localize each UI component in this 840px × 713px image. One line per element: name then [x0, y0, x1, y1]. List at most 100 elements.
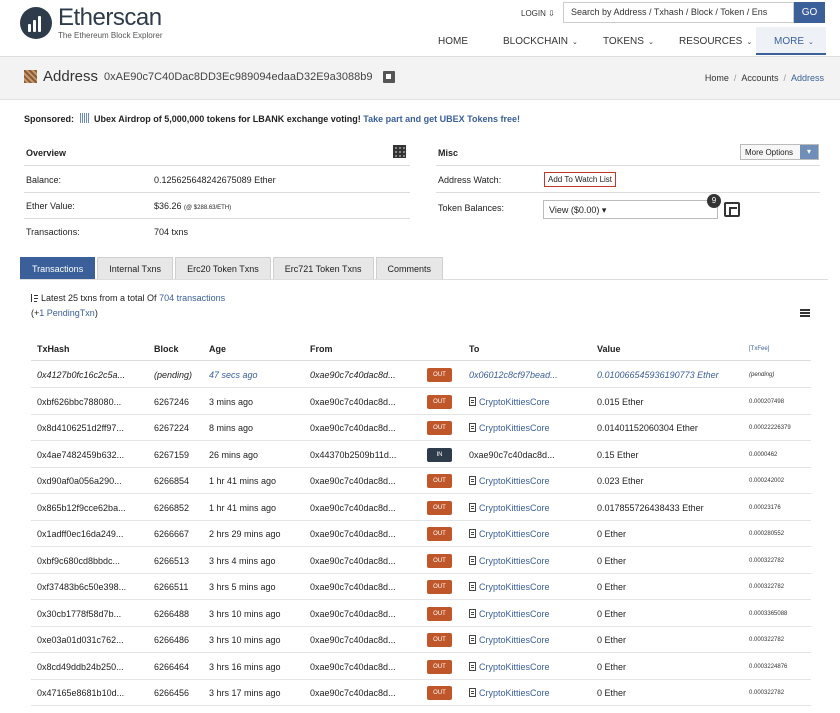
value-text: 0 Ether	[597, 529, 627, 539]
address-hash: 0xAE90c7C40Dac8DD3Ec989094edaaD32E9a3088…	[104, 71, 373, 83]
nav-blockchain[interactable]: BLOCKCHAIN ⌄	[503, 36, 578, 47]
menu-icon[interactable]	[800, 309, 810, 317]
block-link[interactable]: 6266486	[154, 635, 189, 645]
tx-hash-link[interactable]: 0xbf626bbc788080...	[37, 397, 121, 407]
contract-icon	[469, 476, 476, 485]
block-link[interactable]: 6266511	[154, 582, 188, 592]
tx-hash-link[interactable]: 0x47165e8681b10d...	[37, 688, 124, 698]
etherscan-logo[interactable]: Etherscan The Ethereum Block Explorer	[20, 6, 163, 40]
tx-hash-link[interactable]: 0x8d4106251d2ff97...	[37, 423, 124, 433]
from-address[interactable]: 0x44370b2509b11d...	[310, 450, 396, 460]
block-link[interactable]: 6266464	[154, 662, 189, 672]
tx-hash-link[interactable]: 0x4ae7482459b632...	[37, 450, 124, 460]
token-balances-select[interactable]: View ($0.00) ▾	[543, 200, 718, 219]
to-contract-link[interactable]: CryptoKittiesCore	[479, 556, 550, 566]
from-address[interactable]: 0xae90c7c40dac8d...	[310, 370, 396, 380]
tx-hash-link[interactable]: 0x1adff0ec16da249...	[37, 529, 123, 539]
tx-hash-link[interactable]: 0xbf9c680cd8bbdc...	[37, 556, 120, 566]
table-row: 0xe03a01d031c762... 6266486 3 hrs 10 mins …	[31, 627, 811, 653]
block-link[interactable]: 6267224	[154, 423, 189, 433]
col-txfee[interactable]: [TxFee]	[749, 346, 769, 352]
block-link[interactable]: 6266513	[154, 556, 189, 566]
login-link[interactable]: LOGIN ⇩	[521, 9, 555, 18]
value-text: 0 Ether	[597, 635, 627, 645]
block-link[interactable]: 6266667	[154, 529, 189, 539]
to-contract-link[interactable]: CryptoKittiesCore	[479, 635, 550, 645]
tab-erc721-token-txns[interactable]: Erc721 Token Txns	[272, 257, 374, 279]
from-address: 0xae90c7c40dac8d...	[310, 476, 396, 486]
to-contract-link[interactable]: CryptoKittiesCore	[479, 423, 550, 433]
tx-hash-link[interactable]: 0xe03a01d031c762...	[37, 635, 124, 645]
tx-hash-link[interactable]: 0x865b12f9cce62ba...	[37, 503, 126, 513]
chevron-down-icon: ⌄	[808, 39, 814, 46]
to-contract-link[interactable]: CryptoKittiesCore	[479, 476, 550, 486]
tab-internal-txns[interactable]: Internal Txns	[97, 257, 174, 279]
add-to-watch-list-button[interactable]: Add To Watch List	[544, 172, 617, 187]
to-address-link[interactable]: 0x06012c8cf97bead...	[469, 370, 558, 380]
direction-badge: OUT	[427, 500, 452, 515]
value-text: 0 Ether	[597, 661, 627, 672]
tab-comments[interactable]: Comments	[375, 257, 444, 279]
block-link[interactable]: 6266852	[154, 503, 189, 513]
to-cell: CryptoKittiesCore	[469, 635, 550, 645]
tab-erc20-token-txns[interactable]: Erc20 Token Txns	[175, 257, 271, 279]
tx-hash-link[interactable]: 0x4127b0fc16c2c5a...	[37, 370, 125, 380]
overview-title: Overview	[26, 148, 67, 158]
table-row: 0x8d4106251d2ff97... 6267224 8 mins ago 0xa…	[31, 415, 811, 441]
to-contract-link[interactable]: CryptoKittiesCore	[479, 609, 550, 619]
value-text: 0.017855726438433 Ether	[597, 502, 704, 513]
address-watch-label: Address Watch:	[438, 175, 502, 185]
nav-more[interactable]: MORE ⌄	[774, 36, 814, 47]
to-contract-link[interactable]: CryptoKittiesCore	[479, 662, 550, 672]
value-text: 0 Ether	[597, 608, 627, 619]
to-contract-link[interactable]: CryptoKittiesCore	[479, 503, 550, 513]
age-text: 1 hr 41 mins ago	[209, 502, 277, 513]
nav-home[interactable]: HOME	[438, 36, 468, 47]
age-text: 2 hrs 29 mins ago	[209, 529, 281, 539]
pending-txn-link[interactable]: 1 PendingTxn	[39, 308, 95, 318]
direction-badge: OUT	[427, 686, 452, 700]
breadcrumb-home[interactable]: Home	[705, 73, 729, 83]
value-text: 0.015 Ether	[597, 396, 644, 407]
tx-hash-link[interactable]: 0xd90af0a056a290...	[37, 476, 122, 486]
to-contract-link[interactable]: CryptoKittiesCore	[479, 529, 550, 539]
ether-value-label: Ether Value:	[26, 201, 75, 211]
table-row: 0xd90af0a056a290... 6266854 1 hr 41 mins a…	[31, 468, 811, 494]
block-link[interactable]: 6267159	[154, 450, 189, 460]
block-link[interactable]: 6266456	[154, 688, 189, 698]
tab-transactions[interactable]: Transactions	[20, 257, 96, 279]
tx-hash-link[interactable]: 0x30cb1778f58d7b...	[37, 609, 121, 619]
more-options-button[interactable]: More Options ▾	[740, 144, 819, 160]
nav-resources[interactable]: RESOURCES ⌄	[679, 36, 752, 47]
txfee-text: 0.000207498	[749, 398, 785, 405]
expand-icon[interactable]	[724, 202, 740, 217]
to-address: 0xae90c7c40dac8d...	[469, 449, 555, 460]
sponsored-label: Sponsored:	[24, 114, 75, 124]
block-link[interactable]: 6267246	[154, 397, 189, 407]
misc-title: Misc	[438, 148, 459, 158]
col-from: From	[310, 344, 333, 354]
qr-code-icon[interactable]	[393, 145, 406, 158]
to-contract-link[interactable]: CryptoKittiesCore	[479, 688, 550, 698]
all-transactions-link[interactable]: 704 transactions	[159, 293, 225, 303]
tx-hash-link[interactable]: 0x8cd49ddb24b250...	[37, 662, 124, 672]
transactions-label: Transactions:	[26, 227, 80, 237]
to-contract-link[interactable]: CryptoKittiesCore	[479, 397, 550, 407]
direction-badge: OUT	[427, 474, 452, 488]
search-input[interactable]: Search by Address / Txhash / Block / Tok…	[563, 2, 794, 23]
block-link[interactable]: 6266488	[154, 609, 189, 619]
sponsored-text: Ubex Airdrop of 5,000,000 tokens for LBA…	[94, 114, 361, 124]
table-row: 0x1adff0ec16da249... 6266667 2 hrs 29 mins…	[31, 521, 811, 547]
breadcrumb-address: Address	[790, 73, 824, 83]
go-button[interactable]: GO	[794, 2, 825, 23]
contract-icon	[469, 529, 476, 538]
to-contract-link[interactable]: CryptoKittiesCore	[479, 582, 550, 592]
block-link[interactable]: 6266854	[154, 476, 189, 486]
breadcrumb-accounts[interactable]: Accounts	[741, 73, 778, 83]
sponsored-link[interactable]: Take part and get UBEX Tokens free!	[363, 114, 520, 124]
nav-tokens[interactable]: TOKENS ⌄	[603, 36, 654, 47]
tx-hash-link[interactable]: 0xf37483b6c50e398...	[37, 582, 126, 592]
table-row: 0x47165e8681b10d... 6266456 3 hrs 17 mins …	[31, 680, 811, 706]
to-cell: CryptoKittiesCore	[469, 476, 550, 486]
copy-icon[interactable]	[383, 71, 395, 83]
